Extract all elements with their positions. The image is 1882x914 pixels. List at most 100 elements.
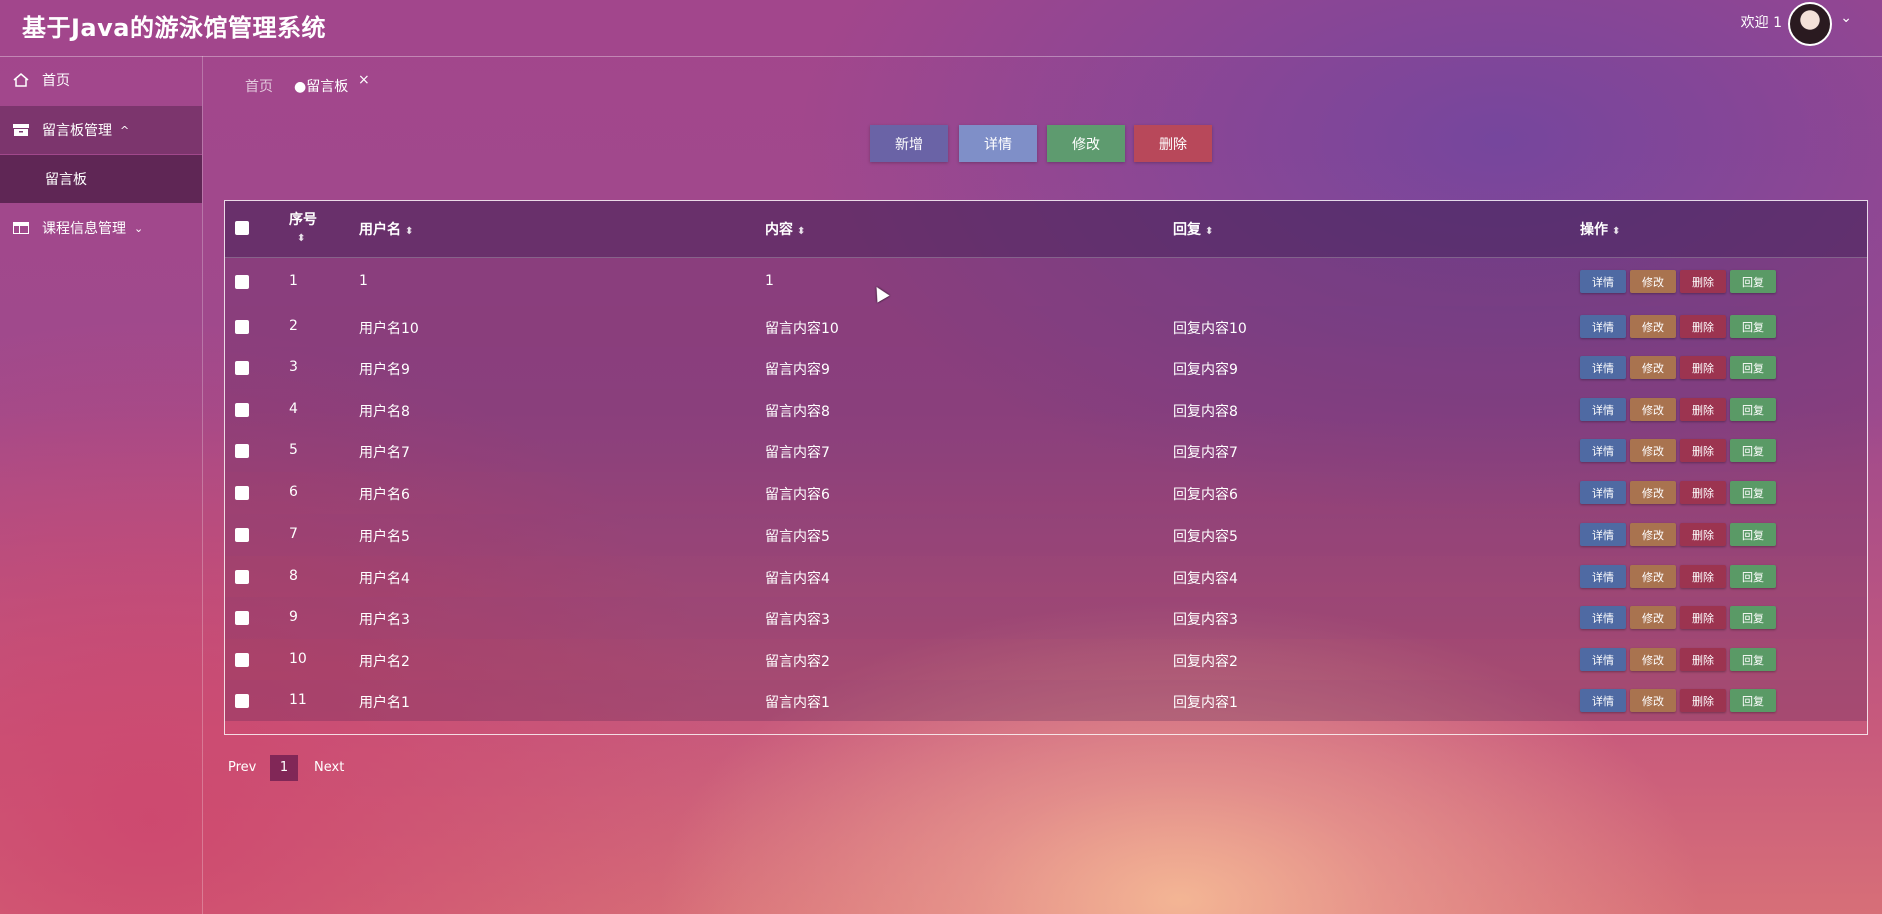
row-reply-button[interactable]: 回复 — [1730, 565, 1776, 588]
sidebar-item-course-management[interactable]: 课程信息管理 ⌄ — [0, 204, 202, 252]
sidebar-item-label: 留言板管理 — [42, 123, 112, 139]
sidebar-item-home[interactable]: 首页 — [0, 56, 202, 104]
detail-button[interactable]: 详情 — [959, 125, 1037, 162]
row-checkbox[interactable] — [235, 611, 249, 625]
row-delete-button[interactable]: 删除 — [1680, 398, 1726, 421]
cell-reply: 回复内容7 — [1173, 445, 1238, 461]
row-checkbox[interactable] — [235, 653, 249, 667]
sort-icon: ⬍ — [297, 233, 306, 244]
cell-reply: 回复内容1 — [1173, 695, 1238, 711]
row-detail-button[interactable]: 详情 — [1580, 315, 1626, 338]
row-edit-button[interactable]: 修改 — [1630, 315, 1676, 338]
row-detail-button[interactable]: 详情 — [1580, 523, 1626, 546]
cell-username: 用户名10 — [359, 321, 419, 337]
row-edit-button[interactable]: 修改 — [1630, 648, 1676, 671]
cell-reply: 回复内容6 — [1173, 487, 1238, 503]
tab-message-board[interactable]: ●留言板 — [294, 76, 348, 96]
pagination-next[interactable]: Next — [314, 760, 344, 775]
row-edit-button[interactable]: 修改 — [1630, 439, 1676, 462]
row-checkbox[interactable] — [235, 570, 249, 584]
table-row: 2 用户名10 留言内容10 回复内容10 详情 修改 删除 回复 — [225, 306, 1867, 347]
row-checkbox[interactable] — [235, 361, 249, 375]
row-delete-button[interactable]: 删除 — [1680, 606, 1726, 629]
row-checkbox[interactable] — [235, 275, 249, 289]
row-checkbox[interactable] — [235, 486, 249, 500]
sidebar-item-label: 首页 — [42, 73, 70, 89]
row-detail-button[interactable]: 详情 — [1580, 648, 1626, 671]
select-all-checkbox[interactable] — [235, 221, 249, 235]
row-delete-button[interactable]: 删除 — [1680, 270, 1726, 293]
cell-content: 留言内容1 — [765, 695, 830, 711]
avatar[interactable] — [1788, 2, 1832, 46]
row-detail-button[interactable]: 详情 — [1580, 481, 1626, 504]
row-reply-button[interactable]: 回复 — [1730, 439, 1776, 462]
row-reply-button[interactable]: 回复 — [1730, 398, 1776, 421]
row-detail-button[interactable]: 详情 — [1580, 398, 1626, 421]
row-edit-button[interactable]: 修改 — [1630, 270, 1676, 293]
delete-button[interactable]: 删除 — [1134, 125, 1212, 162]
row-edit-button[interactable]: 修改 — [1630, 565, 1676, 588]
edit-button[interactable]: 修改 — [1047, 125, 1125, 162]
close-icon[interactable]: × — [358, 72, 370, 88]
chevron-down-icon[interactable]: ⌄ — [1840, 10, 1852, 26]
sidebar-item-message-board[interactable]: 留言板 — [0, 155, 202, 203]
cell-index: 1 — [289, 273, 298, 289]
row-delete-button[interactable]: 删除 — [1680, 565, 1726, 588]
row-edit-button[interactable]: 修改 — [1630, 481, 1676, 504]
row-detail-button[interactable]: 详情 — [1580, 689, 1626, 712]
row-checkbox[interactable] — [235, 403, 249, 417]
row-reply-button[interactable]: 回复 — [1730, 523, 1776, 546]
cell-username: 用户名6 — [359, 487, 410, 503]
column-header-index[interactable]: 序号 ⬍ — [289, 209, 317, 245]
row-edit-button[interactable]: 修改 — [1630, 523, 1676, 546]
cell-index: 11 — [289, 692, 307, 708]
table-row: 6 用户名6 留言内容6 回复内容6 详情 修改 删除 回复 — [225, 472, 1867, 514]
column-header-content[interactable]: 内容 ⬍ — [765, 219, 805, 239]
row-detail-button[interactable]: 详情 — [1580, 270, 1626, 293]
table-row: 5 用户名7 留言内容7 回复内容7 详情 修改 删除 回复 — [225, 430, 1867, 472]
row-delete-button[interactable]: 删除 — [1680, 648, 1726, 671]
row-edit-button[interactable]: 修改 — [1630, 606, 1676, 629]
cell-content: 留言内容2 — [765, 654, 830, 670]
cell-content: 留言内容7 — [765, 445, 830, 461]
row-checkbox[interactable] — [235, 444, 249, 458]
row-reply-button[interactable]: 回复 — [1730, 315, 1776, 338]
row-reply-button[interactable]: 回复 — [1730, 606, 1776, 629]
row-delete-button[interactable]: 删除 — [1680, 523, 1726, 546]
sidebar-item-message-management[interactable]: 留言板管理 ^ — [0, 106, 202, 154]
row-edit-button[interactable]: 修改 — [1630, 398, 1676, 421]
row-detail-button[interactable]: 详情 — [1580, 606, 1626, 629]
row-checkbox[interactable] — [235, 320, 249, 334]
row-detail-button[interactable]: 详情 — [1580, 439, 1626, 462]
add-button[interactable]: 新增 — [870, 125, 948, 162]
sort-icon: ⬍ — [405, 226, 414, 237]
row-detail-button[interactable]: 详情 — [1580, 565, 1626, 588]
row-reply-button[interactable]: 回复 — [1730, 689, 1776, 712]
row-checkbox[interactable] — [235, 528, 249, 542]
row-delete-button[interactable]: 删除 — [1680, 356, 1726, 379]
row-delete-button[interactable]: 删除 — [1680, 481, 1726, 504]
row-reply-button[interactable]: 回复 — [1730, 270, 1776, 293]
tab-home[interactable]: 首页 — [245, 76, 273, 96]
sort-icon: ⬍ — [1612, 226, 1621, 237]
table-header: 序号 ⬍ 用户名 ⬍ 内容 ⬍ 回复 ⬍ 操作 ⬍ — [225, 201, 1867, 258]
row-reply-button[interactable]: 回复 — [1730, 481, 1776, 504]
row-delete-button[interactable]: 删除 — [1680, 689, 1726, 712]
table-row: 3 用户名9 留言内容9 回复内容9 详情 修改 删除 回复 — [225, 347, 1867, 389]
column-header-username[interactable]: 用户名 ⬍ — [359, 219, 413, 239]
pagination-page[interactable]: 1 — [270, 755, 298, 781]
column-header-actions[interactable]: 操作 ⬍ — [1580, 219, 1620, 239]
row-edit-button[interactable]: 修改 — [1630, 356, 1676, 379]
cell-reply: 回复内容2 — [1173, 654, 1238, 670]
column-header-reply[interactable]: 回复 ⬍ — [1173, 219, 1213, 239]
row-reply-button[interactable]: 回复 — [1730, 356, 1776, 379]
row-reply-button[interactable]: 回复 — [1730, 648, 1776, 671]
pagination-prev[interactable]: Prev — [228, 760, 256, 775]
cell-username: 用户名3 — [359, 612, 410, 628]
row-checkbox[interactable] — [235, 694, 249, 708]
row-detail-button[interactable]: 详情 — [1580, 356, 1626, 379]
row-delete-button[interactable]: 删除 — [1680, 439, 1726, 462]
row-edit-button[interactable]: 修改 — [1630, 689, 1676, 712]
cell-index: 8 — [289, 568, 298, 584]
row-delete-button[interactable]: 删除 — [1680, 315, 1726, 338]
